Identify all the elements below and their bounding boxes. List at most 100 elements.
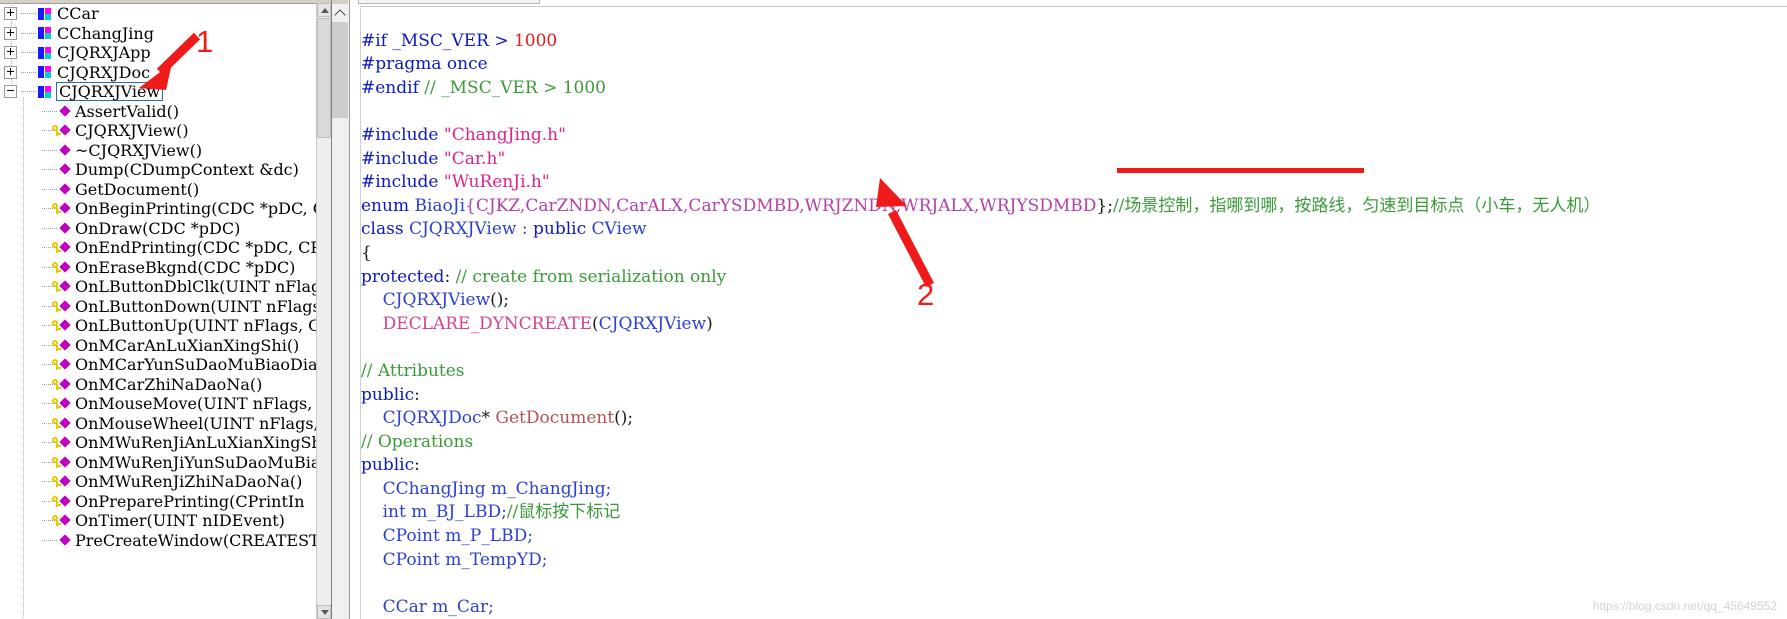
tree-item-label: OnMCarAnLuXianXingShi() — [75, 335, 300, 355]
code-text[interactable]: #if _MSC_VER > 1000 #pragma once #endif //… — [361, 6, 1787, 619]
member-protected-key-icon — [52, 514, 72, 527]
tree-connector — [21, 52, 36, 54]
tree-item-onmousewheeluintnflags[interactable]: OnMouseWheel(UINT nFlags, ; — [0, 414, 329, 434]
member-protected-key-icon — [52, 378, 72, 391]
tree-item-ontimeruintnidevent[interactable]: OnTimer(UINT nIDEvent) — [0, 511, 317, 531]
code-token: protected — [361, 266, 445, 287]
tree-item-precreatewindowcreatestru[interactable]: PreCreateWindow(CREATESTRU — [0, 531, 331, 551]
expand-plus-icon[interactable] — [4, 26, 17, 40]
code-line: DECLARE_DYNCREATE(CJQRXJView) — [361, 313, 1787, 337]
tree-item-dumpcdumpcontextdc[interactable]: Dump(CDumpContext &dc) — [0, 160, 317, 180]
code-token: class — [361, 219, 409, 240]
tree-item-getdocument[interactable]: GetDocument() — [0, 180, 317, 200]
tree-item-onmousemoveuintnflagscl[interactable]: OnMouseMove(UINT nFlags, Cl — [0, 394, 331, 414]
tree-item-onprepareprintingcprintin[interactable]: OnPreparePrinting(CPrintIn — [0, 492, 317, 512]
tree-scroll-up-button[interactable] — [317, 3, 331, 17]
member-protected-key-icon — [52, 495, 72, 508]
tree-item-cjqrxjview[interactable]: CJQRXJView() — [0, 121, 317, 141]
tree-item-cjqrxjview[interactable]: ~CJQRXJView() — [0, 141, 317, 161]
member-protected-key-icon — [52, 417, 72, 430]
tree-item-ccar[interactable]: CCar — [0, 4, 317, 24]
tree-item-onmcaryunsudaomubiaodian[interactable]: OnMCarYunSuDaoMuBiaoDian() — [0, 355, 331, 375]
code-token: CCar m_Car; — [361, 596, 494, 617]
tree-item-label: OnDraw(CDC *pDC) — [75, 218, 241, 238]
code-token: (); — [614, 408, 634, 429]
class-tree-list[interactable]: CCar CChangJing CJQRXJApp CJQRXJDoc CJQRXJVi… — [0, 3, 331, 619]
code-token: // Operations — [361, 431, 474, 452]
tree-scroll-thumb[interactable] — [317, 18, 331, 138]
editor-scroll-thumb[interactable] — [332, 22, 348, 118]
tree-vertical-scrollbar[interactable] — [316, 3, 331, 619]
expand-plus-icon[interactable] — [4, 7, 17, 21]
tree-scroll-down-button[interactable] — [317, 605, 331, 619]
code-token: // Attributes — [361, 360, 465, 381]
tree-item-label: OnTimer(UINT nIDEvent) — [75, 511, 285, 530]
tree-item-onbeginprintingcdcpdcc[interactable]: OnBeginPrinting(CDC *pDC, C — [0, 199, 325, 219]
annotation-label-1: 1 — [196, 24, 214, 59]
tree-item-onerasebkgndcdcpdc[interactable]: OnEraseBkgnd(CDC *pDC) — [0, 258, 317, 278]
editor-vertical-scrollbar[interactable] — [332, 0, 350, 619]
code-token: ) — [706, 313, 713, 334]
tree-item-label: CJQRXJView() — [75, 121, 189, 140]
code-line: CJQRXJView(); — [361, 289, 1787, 313]
member-protected-key-icon — [52, 300, 72, 313]
tree-item-onendprintingcdcpdccp[interactable]: OnEndPrinting(CDC *pDC, CP — [0, 238, 321, 258]
code-token: * — [481, 408, 496, 429]
editor-scroll-up-button[interactable] — [332, 4, 348, 21]
code-line: // Operations — [361, 431, 1787, 455]
tree-item-label: GetDocument() — [75, 179, 200, 199]
tree-item-label: PreCreateWindow(CREATESTRU — [75, 530, 332, 550]
tree-item-cjqrxjview[interactable]: CJQRXJView — [0, 82, 317, 102]
tree-item-cjqrxjdoc[interactable]: CJQRXJDoc — [0, 63, 317, 83]
expand-plus-icon[interactable] — [4, 65, 17, 79]
tree-item-onmwurenjianluxianxingshi[interactable]: OnMWuRenJiAnLuXianXingShi( — [0, 433, 331, 453]
code-token: { — [465, 195, 476, 216]
tree-item-onmwurenjiyunsudaomubiaodia[interactable]: OnMWuRenJiYunSuDaoMuBiaoDia — [0, 453, 331, 473]
code-line: protected: // create from serialization … — [361, 266, 1787, 290]
code-token: CJQRXJView : — [408, 219, 533, 240]
class-icon — [38, 66, 53, 79]
code-token: // _MSC_VER > 1000 — [424, 77, 607, 98]
member-protected-key-icon — [52, 456, 72, 469]
tree-item-onlbuttondblclkuintnflag[interactable]: OnLButtonDblClk(UINT nFlag — [0, 277, 321, 297]
tree-item-onmcaranluxianxingshi[interactable]: OnMCarAnLuXianXingShi() — [0, 336, 317, 356]
tree-item-cjqrxjapp[interactable]: CJQRXJApp — [0, 43, 317, 63]
tree-item-onlbuttondownuintnflags[interactable]: OnLButtonDown(UINT nFlags, — [0, 297, 326, 317]
member-protected-key-icon — [52, 358, 72, 371]
collapse-minus-icon[interactable] — [4, 85, 17, 99]
code-token: enum — [361, 195, 415, 216]
code-token: : — [444, 266, 456, 287]
tree-connector — [21, 32, 36, 34]
arrow-down-icon — [321, 610, 329, 615]
tree-item-label: OnLButtonDblClk(UINT nFlag — [75, 277, 322, 296]
member-protected-key-icon — [52, 280, 72, 293]
tree-item-onmcarzhinadaona[interactable]: OnMCarZhiNaDaoNa() — [0, 375, 317, 395]
code-line: public: — [361, 454, 1787, 478]
code-line: #pragma once — [361, 53, 1787, 77]
tree-item-assertvalid[interactable]: AssertValid() — [0, 102, 317, 122]
code-token: public — [361, 455, 415, 476]
code-token: #if _MSC_VER > — [361, 30, 514, 51]
tree-item-cchangjing[interactable]: CChangJing — [0, 24, 317, 44]
tree-item-onmwurenjizhinadaona[interactable]: OnMWuRenJiZhiNaDaoNa() — [0, 472, 317, 492]
class-view-pane: CCar CChangJing CJQRXJApp CJQRXJDoc CJQRXJVi… — [0, 0, 332, 619]
tree-item-onlbuttonupuintnflagscl[interactable]: OnLButtonUp(UINT nFlags, Cl — [0, 316, 325, 336]
tree-item-ondrawcdcpdc[interactable]: OnDraw(CDC *pDC) — [0, 219, 317, 239]
member-icon — [59, 163, 72, 176]
member-protected-key-icon — [52, 319, 72, 332]
editor-gutter — [350, 6, 361, 619]
code-editor-pane[interactable]: #if _MSC_VER > 1000 #pragma once #endif //… — [350, 0, 1787, 619]
code-line: #include "ChangJing.h" — [361, 124, 1787, 148]
editor-tab[interactable] — [358, 0, 540, 4]
class-icon — [38, 27, 53, 40]
code-line: CPoint m_P_LBD; — [361, 525, 1787, 549]
member-icon — [59, 105, 72, 118]
member-protected-key-icon — [52, 261, 72, 274]
tree-item-label: OnBeginPrinting(CDC *pDC, C — [75, 199, 326, 218]
tree-item-label: ~CJQRXJView() — [75, 140, 203, 160]
expand-plus-icon[interactable] — [4, 46, 17, 60]
ide-window: CCar CChangJing CJQRXJApp CJQRXJDoc CJQRXJVi… — [0, 0, 1787, 619]
code-token: "ChangJing.h" — [443, 124, 566, 145]
